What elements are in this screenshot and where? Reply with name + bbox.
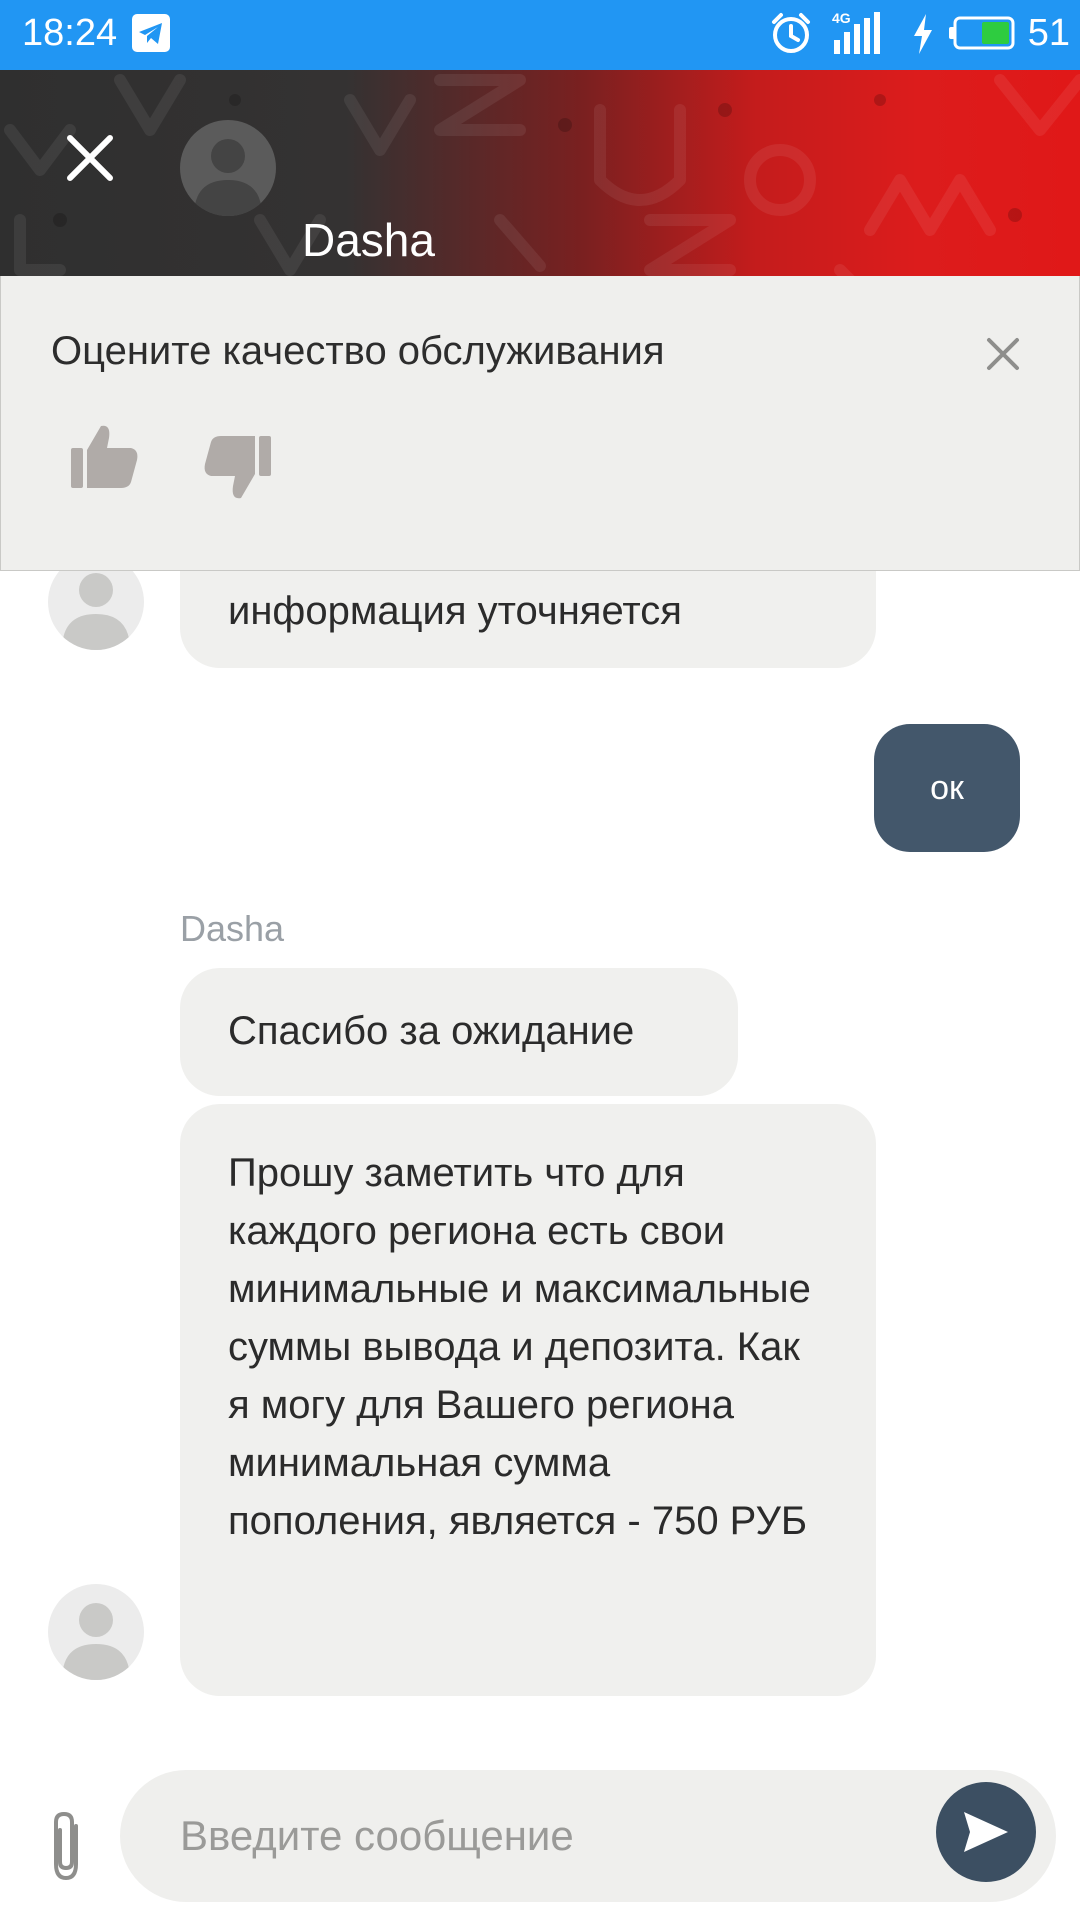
- incoming-message: Прошу заметить что для каждого региона е…: [180, 1104, 876, 1696]
- contact-avatar: [180, 120, 276, 216]
- contact-name: Dasha: [302, 214, 435, 266]
- rating-title: Оцените качество обслуживания: [51, 329, 665, 373]
- avatar-icon: [62, 1603, 130, 1680]
- alarm-icon: [772, 13, 810, 53]
- send-button[interactable]: [936, 1782, 1036, 1882]
- close-icon[interactable]: [52, 120, 128, 196]
- close-icon[interactable]: [981, 332, 1025, 376]
- charging-icon: [914, 14, 932, 54]
- message-input[interactable]: [120, 1770, 1056, 1902]
- rating-panel: Оцените качество обслуживания: [0, 276, 1080, 571]
- thumbs-down-icon[interactable]: [199, 430, 275, 506]
- incoming-message: Спасибо за ожидание: [180, 968, 738, 1096]
- signal-icon: [834, 12, 880, 54]
- outgoing-message: ок: [874, 724, 1020, 852]
- status-time: 18:24: [22, 12, 118, 54]
- send-icon: [964, 1812, 1008, 1852]
- telegram-icon: [132, 14, 170, 52]
- thumbs-up-icon[interactable]: [67, 418, 143, 494]
- chat-header: Dasha: [0, 70, 1080, 276]
- avatar-icon: [194, 139, 262, 216]
- agent-avatar: [48, 1584, 144, 1680]
- header-letter-pattern: [4, 74, 1080, 276]
- paperclip-icon[interactable]: [40, 1806, 92, 1886]
- battery-level: 51: [1027, 12, 1070, 54]
- status-bar: 18:24 4G 51: [0, 0, 1080, 70]
- sender-name: Dasha: [180, 908, 285, 949]
- battery-icon: [949, 16, 1015, 50]
